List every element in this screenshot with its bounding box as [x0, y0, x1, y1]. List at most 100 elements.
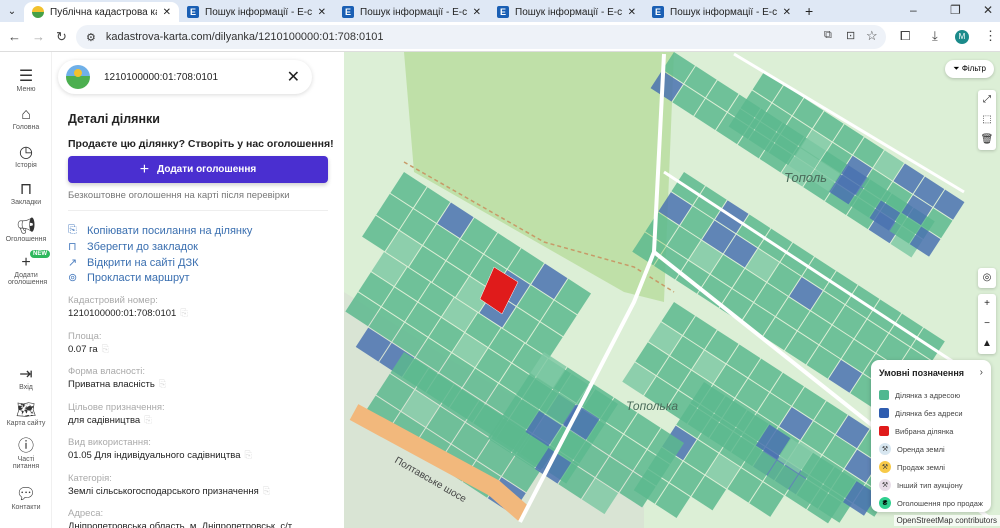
star-icon[interactable]: ☆ [866, 28, 878, 44]
copy-icon[interactable]: ⎘ [159, 379, 167, 390]
download-icon[interactable]: ⤓ [932, 28, 938, 44]
forward-icon[interactable]: → [32, 29, 45, 44]
legend-item: ⚒ Продаж землі [871, 458, 991, 476]
window-close-icon[interactable]: ✕ [983, 3, 993, 17]
field-value: 01.05 Для індивідуального садівництва ⎘ [68, 450, 253, 461]
map[interactable]: Тополь Тополька Полтавське шосе ⏷ Фільтр… [344, 52, 1000, 528]
close-icon[interactable]: ✕ [287, 67, 300, 87]
close-tab-icon[interactable]: ✕ [163, 7, 171, 18]
rail-bookmarks[interactable]: ⊓ Закладки [0, 181, 52, 206]
panel-title: Деталі ділянки [68, 112, 160, 126]
site-favicon-icon [32, 6, 44, 18]
copy-icon: ⎘ [68, 224, 77, 236]
clock-icon: ◷ [19, 144, 33, 161]
tab-0[interactable]: Публічна кадастрова карта Ук✕ [24, 2, 179, 22]
close-tab-icon[interactable]: ✕ [473, 7, 481, 18]
legend-item: ₴ Оголошення про продаж [871, 494, 991, 512]
rail-home[interactable]: ⌂ Головна [0, 106, 52, 131]
site-info-icon[interactable]: ⚙ [86, 31, 96, 44]
url-field[interactable]: ⚙ kadastrova-karta.com/dilyanka/121010000… [76, 25, 886, 49]
swatch [879, 426, 889, 436]
close-tab-icon[interactable]: ✕ [628, 7, 636, 18]
parcel-details-panel: 1210100000:01:708:0101 ✕ Деталі ділянки П… [52, 52, 344, 528]
copy-icon[interactable]: ⎘ [102, 344, 110, 355]
rail-add-ad[interactable]: + NEW Додати оголошення [0, 250, 52, 286]
filter-icon: ⏷ [953, 64, 960, 73]
field-label: Вид використання: [68, 437, 151, 448]
hammer-icon: ⚒ [879, 461, 891, 473]
rail-contacts[interactable]: 💬︎ Контакти [0, 486, 52, 511]
close-tab-icon[interactable]: ✕ [318, 7, 326, 18]
add-listing-button[interactable]: + Додати оголошення [68, 156, 328, 183]
tab-1[interactable]: EПошук інформації - Е-сервіси✕ [179, 2, 334, 22]
plus-icon: + [139, 160, 150, 178]
avatar[interactable]: M [955, 30, 969, 44]
chevron-right-icon[interactable]: › [980, 367, 983, 378]
polygon-icon[interactable]: ⬚ [978, 110, 996, 130]
tab-3[interactable]: EПошук інформації - Е-сервіси✕ [489, 2, 644, 22]
rail-faq[interactable]: ⓘ Часті питання [0, 438, 52, 470]
translate-icon[interactable]: ⧉ [824, 29, 832, 42]
promo-text: Продаєте цю ділянку? Створіть у нас огол… [68, 138, 334, 150]
rail-ads[interactable]: 📢︎ Оголошення [0, 218, 52, 243]
label-topolka: Тополька [626, 399, 678, 413]
rail-menu[interactable]: ☰ Меню [0, 68, 52, 93]
tab-2[interactable]: EПошук інформації - Е-сервіси✕ [334, 2, 489, 22]
hammer-icon: ⚒ [879, 479, 891, 491]
new-badge: NEW [30, 250, 50, 258]
tab-bar: ⌄ Публічна кадастрова карта Ук✕ EПошук і… [0, 0, 1000, 22]
location-pin-icon: ⊚ [68, 272, 78, 284]
external-link-icon: ↗ [68, 257, 78, 269]
legend-title: Умовні позначення [879, 368, 965, 378]
copy-icon[interactable]: ⎘ [180, 308, 188, 319]
new-tab-icon[interactable]: + [805, 3, 813, 19]
minimize-icon[interactable]: – [910, 3, 917, 17]
side-rail: ☰ Меню ⌂ Головна ◷ Історія ⊓ Закладки 📢︎ Огол… [0, 52, 52, 528]
address-bar: ← → ↻ ⚙ kadastrova-karta.com/dilyanka/121… [0, 22, 1000, 52]
rail-login[interactable]: ⇥ Вхід [0, 366, 52, 391]
legend-item: ⚒ Інший тип аукціону [871, 476, 991, 494]
close-tab-icon[interactable]: ✕ [783, 7, 791, 18]
back-icon[interactable]: ← [8, 29, 21, 44]
legend-item: Ділянка без адреси [871, 404, 991, 422]
compass-icon[interactable]: ▲ [978, 334, 996, 354]
zoom-out-icon[interactable]: − [978, 314, 996, 334]
locate-icon: ◎ [982, 272, 992, 283]
copy-icon[interactable]: ⎘ [245, 450, 253, 461]
megaphone-icon: 📢︎ [15, 218, 37, 235]
search-input[interactable]: 1210100000:01:708:0101 ✕ [58, 60, 312, 94]
more-icon[interactable]: ⋮ [984, 28, 997, 44]
field-label: Цільове призначення: [68, 401, 165, 413]
save-bookmark-link[interactable]: ⊓ Зберегти до закладок [68, 240, 198, 254]
zoom-controls: + − ▲ [978, 294, 996, 354]
locate-button[interactable]: ◎ [978, 268, 996, 288]
hammer-icon: ⚒ [879, 443, 891, 455]
reload-icon[interactable]: ↻ [56, 29, 67, 45]
install-icon[interactable]: ⊡ [846, 29, 855, 42]
question-icon: ⓘ [17, 438, 34, 455]
copy-icon[interactable]: ⎘ [263, 486, 271, 497]
e-favicon-icon: E [342, 6, 354, 18]
copy-icon[interactable]: ⎘ [144, 415, 152, 426]
ruler-icon[interactable]: ⤢ [978, 90, 996, 110]
filter-button[interactable]: ⏷ Фільтр [945, 60, 994, 78]
swatch [879, 408, 889, 418]
route-link[interactable]: ⊚ Прокласти маршрут [68, 271, 190, 285]
tab-4[interactable]: EПошук інформації - Е-сервіси✕ [644, 2, 799, 22]
legend-item: ⚒ Оренда землі [871, 440, 991, 458]
trash-icon[interactable]: 🗑︎ [978, 130, 996, 150]
extensions-icon[interactable]: ⧠ [900, 28, 910, 44]
field-label: Адреса: [68, 508, 104, 519]
zoom-in-icon[interactable]: + [978, 294, 996, 314]
attribution: OpenStreetMap contributors [893, 515, 1000, 526]
field-value: для садівництва ⎘ [68, 414, 152, 426]
rail-sitemap[interactable]: 🗺︎ Карта сайту [0, 402, 52, 427]
open-dzk-link[interactable]: ↗ Відкрити на сайті ДЗК [68, 256, 199, 270]
tab-search-icon[interactable]: ⌄ [0, 6, 24, 17]
maximize-icon[interactable]: ❐ [950, 3, 961, 17]
field-label: Кадастровий номер: [68, 295, 158, 306]
field-label: Категорія: [68, 472, 112, 484]
copy-link[interactable]: ⎘ Копіювати посилання на ділянку [68, 224, 252, 237]
field-label: Форма власності: [68, 366, 146, 377]
rail-history[interactable]: ◷ Історія [0, 144, 52, 169]
